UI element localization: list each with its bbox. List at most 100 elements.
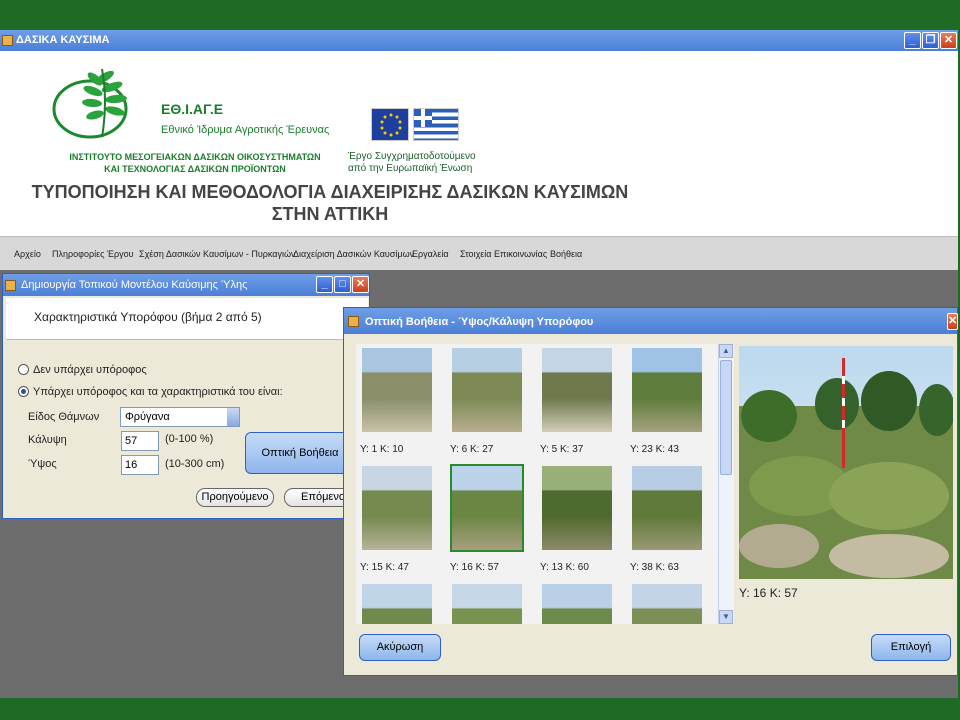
thumbnail-item[interactable]: Y: 13 K: 60: [540, 464, 614, 573]
select-button[interactable]: Επιλογή: [871, 634, 951, 661]
scroll-thumb[interactable]: [720, 360, 732, 475]
thumbnail-image[interactable]: [632, 466, 702, 550]
thumbnail-caption: Y: 16 K: 57: [450, 562, 499, 573]
menu-fuel-management[interactable]: Διαχείριση Δασικών Καυσίμων: [293, 249, 414, 259]
cofund-line-1: Έργο Συγχρηματοδοτούμενο: [348, 151, 476, 162]
thumbnail-item[interactable]: [450, 582, 524, 624]
thumbnail-image[interactable]: [542, 466, 612, 550]
menu-fuel-fire-relation[interactable]: Σχέση Δασικών Καυσίμων - Πυρκαγιών: [139, 249, 296, 259]
thumbnail-image[interactable]: [632, 348, 702, 432]
thumbnail-caption: Y: 38 K: 63: [630, 562, 679, 573]
bottom-frame-band: [0, 698, 960, 720]
greek-flag-icon: [413, 108, 459, 141]
institute-line-2: ΚΑΙ ΤΕΧΝΟΛΟΓΙΑΣ ΔΑΣΙΚΩΝ ΠΡΟΪΟΝΤΩΝ: [104, 164, 286, 174]
thumbnail-caption: Y: 13 K: 60: [540, 562, 589, 573]
thumbnail-item[interactable]: [360, 582, 434, 624]
selected-preview-image: [739, 346, 955, 579]
fuel-model-title: Δημιουργία Τοπικού Μοντέλου Καύσιμης Ύλη…: [21, 279, 248, 291]
height-label: Ύψος: [28, 458, 57, 470]
thumbnail-item[interactable]: Y: 16 K: 57: [450, 464, 524, 573]
thumbnail-image[interactable]: [542, 584, 612, 624]
cofund-text: Έργο Συγχρηματοδοτούμενο από την Ευρωπαϊ…: [348, 151, 476, 175]
dialog-icon: [5, 280, 16, 291]
thumbnail-item[interactable]: Y: 6 K: 27: [450, 346, 524, 455]
thumbnail-item[interactable]: Y: 15 K: 47: [360, 464, 434, 573]
height-range: (10-300 cm): [165, 458, 225, 470]
thumbnail-item[interactable]: Y: 5 K: 37: [540, 346, 614, 455]
cancel-button[interactable]: Ακύρωση: [359, 634, 441, 661]
previous-button[interactable]: Προηγούμενο: [196, 488, 274, 507]
thumbnail-image[interactable]: [452, 348, 522, 432]
thumbnail-image[interactable]: [542, 348, 612, 432]
radio-no-understory-label: Δεν υπάρχει υπόροφος: [33, 364, 147, 376]
radio-understory-exists[interactable]: Υπάρχει υπόροφος και τα χαρακτηριστικά τ…: [18, 386, 283, 398]
radio-on-icon[interactable]: [18, 386, 29, 397]
project-title: ΤΥΠΟΠΟΙΗΣΗ ΚΑΙ ΜΕΘΟΔΟΛΟΓΙΑ ΔΙΑΧΕΙΡΙΣΗΣ Δ…: [20, 181, 640, 225]
thumbnail-image[interactable]: [632, 584, 702, 624]
restore-icon[interactable]: ❐: [922, 32, 939, 49]
thumbnail-image[interactable]: [452, 466, 522, 550]
thumbnail-item[interactable]: [630, 582, 704, 624]
thumbnail-caption: Y: 5 K: 37: [540, 444, 584, 455]
height-input[interactable]: 16: [121, 455, 159, 475]
cover-input[interactable]: 57: [121, 431, 159, 451]
fuel-model-titlebar[interactable]: Δημιουργία Τοπικού Μοντέλου Καύσιμης Ύλη…: [3, 274, 369, 296]
cofund-line-2: από την Ευρωπαϊκή Ένωση: [348, 163, 473, 174]
eu-flag-icon: [371, 108, 409, 141]
visual-help-titlebar[interactable]: Οπτική Βοήθεια - Ύψος/Κάλυψη Υπορόφου ✕: [344, 308, 958, 334]
step-header: Χαρακτηριστικά Υπορόφου (βήμα 2 από 5): [6, 298, 368, 340]
thumbnail-gallery: Y: 1 K: 10 Y: 6 K: 27 Y: 5 K: 37 Y: 23 K: 4…: [356, 344, 734, 624]
project-title-line-2: ΣΤΗΝ ΑΤΤΙΚΗ: [271, 204, 389, 224]
fuel-model-dialog: Δημιουργία Τοπικού Μοντέλου Καύσιμης Ύλη…: [2, 273, 370, 519]
visual-help-button[interactable]: Οπτική Βοήθεια: [245, 432, 355, 474]
thumbnail-caption: Y: 15 K: 47: [360, 562, 409, 573]
scroll-up-icon[interactable]: ▲: [719, 344, 733, 358]
menu-tools[interactable]: Εργαλεία: [412, 249, 449, 259]
app-icon: [2, 35, 13, 46]
radio-no-understory[interactable]: Δεν υπάρχει υπόροφος: [18, 364, 147, 376]
thumbnail-item[interactable]: Y: 23 K: 43: [630, 346, 704, 455]
tree-logo-icon: [52, 68, 128, 139]
thumbnail-caption: Y: 6 K: 27: [450, 444, 494, 455]
radio-understory-exists-label: Υπάρχει υπόροφος και τα χαρακτηριστικά τ…: [33, 386, 283, 398]
close-icon[interactable]: ✕: [940, 32, 957, 49]
cover-range: (0-100 %): [165, 433, 214, 445]
header-banner: ΕΘ.Ι.ΑΓ.Ε Εθνικό Ίδρυμα Αγροτικής Έρευνα…: [0, 51, 958, 236]
org-abbreviation: ΕΘ.Ι.ΑΓ.Ε: [161, 101, 224, 117]
species-value: Φρύγανα: [125, 411, 170, 423]
menu-contact[interactable]: Στοιχεία Επικοινωνίας: [460, 249, 547, 259]
close-icon[interactable]: ✕: [947, 313, 958, 330]
thumbnail-image[interactable]: [362, 466, 432, 550]
radio-off-icon[interactable]: [18, 364, 29, 375]
close-icon[interactable]: ✕: [352, 276, 369, 293]
menu-help[interactable]: Βοήθεια: [550, 249, 582, 259]
visual-help-title: Οπτική Βοήθεια - Ύψος/Κάλυψη Υπορόφου: [365, 316, 594, 328]
thumbnail-item[interactable]: Y: 1 K: 10: [360, 346, 434, 455]
thumbnail-image[interactable]: [362, 584, 432, 624]
menu-project-info[interactable]: Πληροφορίες Έργου: [52, 249, 134, 259]
selected-caption: Y: 16 K: 57: [739, 586, 798, 600]
dropdown-arrow-icon[interactable]: [227, 408, 239, 426]
gallery-scrollbar[interactable]: ▲ ▼: [718, 344, 733, 624]
thumbnail-item[interactable]: [540, 582, 614, 624]
top-frame-band: [0, 0, 960, 30]
thumbnail-image[interactable]: [362, 348, 432, 432]
species-select[interactable]: Φρύγανα: [120, 407, 240, 427]
thumbnail-caption: Y: 23 K: 43: [630, 444, 679, 455]
institute-line-1: ΙΝΣΤΙΤΟΥΤΟ ΜΕΣΟΓΕΙΑΚΩΝ ΔΑΣΙΚΩΝ ΟΙΚΟΣΥΣΤΗ…: [69, 152, 321, 162]
maximize-icon[interactable]: □: [334, 276, 351, 293]
main-titlebar[interactable]: ΔΑΣΙΚΑ ΚΑΥΣΙΜΑ _ ❐ ✕: [0, 30, 958, 51]
thumbnail-item[interactable]: Y: 38 K: 63: [630, 464, 704, 573]
minimize-icon[interactable]: _: [904, 32, 921, 49]
dialog-icon: [348, 316, 359, 327]
org-full-name: Εθνικό Ίδρυμα Αγροτικής Έρευνας: [161, 124, 330, 136]
minimize-icon[interactable]: _: [316, 276, 333, 293]
scroll-down-icon[interactable]: ▼: [719, 610, 733, 624]
step-label: Χαρακτηριστικά Υπορόφου (βήμα 2 από 5): [34, 310, 262, 324]
thumbnail-image[interactable]: [452, 584, 522, 624]
project-title-line-1: ΤΥΠΟΠΟΙΗΣΗ ΚΑΙ ΜΕΘΟΔΟΛΟΓΙΑ ΔΙΑΧΕΙΡΙΣΗΣ Δ…: [31, 182, 629, 202]
species-label: Είδος Θάμνων: [28, 411, 100, 423]
menu-file[interactable]: Αρχείο: [14, 249, 41, 259]
app-title: ΔΑΣΙΚΑ ΚΑΥΣΙΜΑ: [16, 34, 110, 46]
thumbnail-caption: Y: 1 K: 10: [360, 444, 404, 455]
